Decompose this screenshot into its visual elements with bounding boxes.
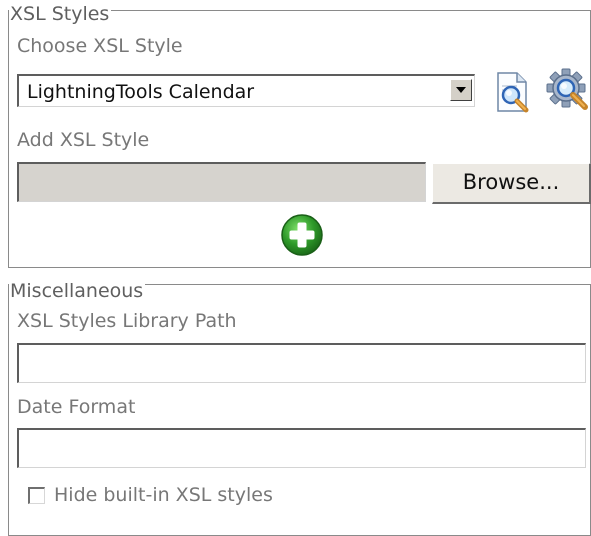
gear-magnifier-icon[interactable] — [545, 68, 591, 114]
add-xsl-style-label: Add XSL Style — [17, 129, 150, 151]
miscellaneous-legend: Miscellaneous — [9, 280, 146, 302]
library-path-input[interactable] — [17, 343, 586, 383]
green-plus-icon[interactable] — [280, 213, 324, 257]
add-xsl-file-input[interactable] — [17, 162, 426, 202]
hide-builtin-checkbox[interactable] — [28, 487, 45, 504]
browse-button[interactable]: Browse... — [432, 163, 591, 204]
dropdown-toggle-button[interactable] — [450, 79, 472, 101]
library-path-label: XSL Styles Library Path — [17, 310, 237, 332]
xsl-style-selected-value: LightningTools Calendar — [27, 81, 255, 103]
hide-builtin-label: Hide built-in XSL styles — [54, 484, 273, 506]
xsl-styles-legend: XSL Styles — [9, 3, 112, 25]
chevron-down-icon — [456, 87, 466, 93]
xsl-style-select[interactable]: LightningTools Calendar — [17, 74, 475, 107]
date-format-label: Date Format — [17, 396, 136, 418]
document-magnifier-icon[interactable] — [493, 70, 535, 114]
choose-xsl-style-label: Choose XSL Style — [17, 35, 183, 57]
date-format-input[interactable] — [17, 428, 586, 468]
